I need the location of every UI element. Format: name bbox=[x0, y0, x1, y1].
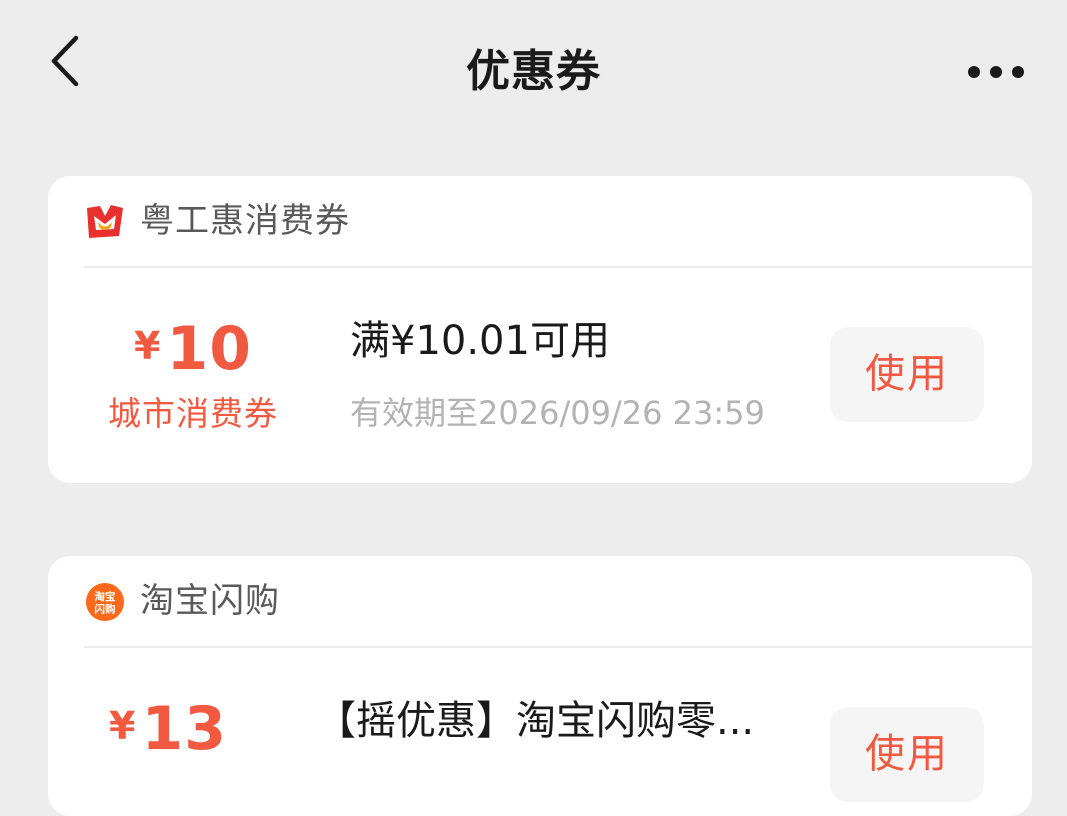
currency-symbol: ¥ bbox=[134, 324, 161, 368]
coupon-card-header: 淘宝 闪购 淘宝闪购 bbox=[84, 556, 1032, 648]
more-dots-icon bbox=[968, 66, 1024, 78]
coupon-card: 淘宝 闪购 淘宝闪购 ¥13 【摇优惠】淘宝闪购零... 使用 bbox=[48, 556, 1032, 816]
coupon-amount: ¥10 bbox=[88, 314, 298, 384]
more-options-button[interactable] bbox=[958, 50, 1038, 94]
logo-text-bottom: 闪购 bbox=[95, 602, 116, 615]
coupon-condition: 【摇优惠】淘宝闪购零... bbox=[316, 698, 755, 744]
coupon-brand-name: 淘宝闪购 bbox=[140, 581, 280, 621]
currency-symbol: ¥ bbox=[109, 704, 136, 748]
coupon-expiry: 有效期至2026/09/26 23:59 bbox=[350, 394, 765, 432]
logo-text-top: 淘宝 bbox=[95, 590, 116, 603]
taobao-shangou-logo-icon: 淘宝 闪购 bbox=[85, 582, 125, 622]
coupon-card-header: 粤工惠消费券 bbox=[84, 176, 1032, 268]
top-nav-bar: 优惠券 bbox=[0, 0, 1067, 140]
coupon-brand-name: 粤工惠消费券 bbox=[140, 201, 350, 241]
coupon-amount-value: 13 bbox=[141, 694, 227, 764]
coupon-amount: ¥13 bbox=[63, 694, 273, 764]
yuegonghui-logo-icon bbox=[87, 205, 123, 238]
coupon-type-label: 城市消费券 bbox=[108, 394, 278, 433]
coupon-card: 粤工惠消费券 ¥10 城市消费券 满¥10.01可用 有效期至2026/09/2… bbox=[48, 176, 1032, 483]
coupon-condition: 满¥10.01可用 bbox=[350, 318, 610, 364]
use-coupon-button[interactable]: 使用 bbox=[830, 327, 984, 422]
use-coupon-button[interactable]: 使用 bbox=[830, 707, 984, 802]
page-title: 优惠券 bbox=[466, 46, 601, 97]
coupon-amount-value: 10 bbox=[166, 314, 252, 384]
